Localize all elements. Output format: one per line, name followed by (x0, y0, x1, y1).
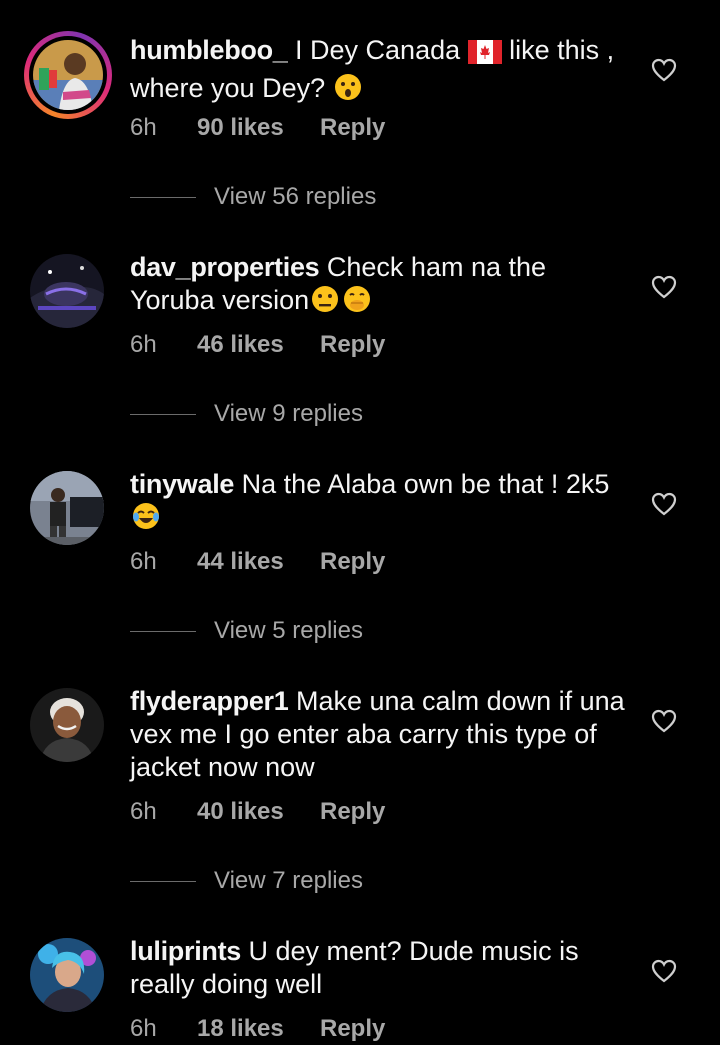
canada-flag-emoji (467, 39, 502, 72)
comment-text: Na the Alaba own be that ! 2k5 (241, 469, 610, 499)
likes-count[interactable]: 44 likes (197, 548, 284, 576)
avatar[interactable] (30, 688, 104, 762)
view-replies-label: View 56 replies (214, 183, 377, 210)
likes-count[interactable]: 90 likes (197, 114, 284, 142)
comment-body: flyderapper1 Make una calm down if una v… (130, 685, 630, 784)
reply-button[interactable]: Reply (320, 548, 385, 576)
reply-button[interactable]: Reply (320, 1015, 385, 1043)
comment-time: 6h (130, 1015, 157, 1042)
avatar[interactable] (24, 31, 112, 119)
face-with-tears-of-joy-emoji (130, 501, 162, 539)
comment-body: tinywale Na the Alaba own be that ! 2k5 (130, 468, 630, 539)
divider (130, 197, 196, 198)
reply-button[interactable]: Reply (320, 114, 385, 142)
comment-body: luliprints U dey ment? Dude music is rea… (130, 935, 630, 1001)
view-replies-label: View 7 replies (214, 867, 363, 894)
comment-username[interactable]: tinywale (130, 469, 234, 499)
reply-button[interactable]: Reply (320, 798, 385, 826)
heart-outline-icon[interactable] (651, 492, 677, 516)
heart-outline-icon[interactable] (651, 709, 677, 733)
comment-text: I Dey Canada (295, 35, 468, 65)
likes-count[interactable]: 46 likes (197, 331, 284, 359)
avatar[interactable] (30, 254, 104, 328)
likes-count[interactable]: 40 likes (197, 798, 284, 826)
view-replies-label: View 9 replies (214, 400, 363, 427)
hushed-face-emoji (333, 72, 363, 110)
comment-username[interactable]: humbleboo_ (130, 35, 288, 65)
avatar[interactable] (30, 471, 104, 545)
comment-username[interactable]: luliprints (130, 936, 241, 966)
comment-time: 6h (130, 331, 157, 358)
neutral-face-emoji (309, 284, 341, 322)
divider (130, 414, 196, 415)
face-with-hand-over-mouth-emoji (341, 284, 373, 322)
divider (130, 881, 196, 882)
divider (130, 631, 196, 632)
comment-time: 6h (130, 798, 157, 825)
comment-body: dav_properties Check ham na the Yoruba v… (130, 251, 630, 322)
heart-outline-icon[interactable] (651, 959, 677, 983)
comment-username[interactable]: flyderapper1 (130, 686, 289, 716)
reply-button[interactable]: Reply (320, 331, 385, 359)
comment-time: 6h (130, 114, 157, 141)
comment-body: humbleboo_ I Dey Canada like this , wher… (130, 34, 630, 110)
likes-count[interactable]: 18 likes (197, 1015, 284, 1043)
comment-username[interactable]: dav_properties (130, 252, 320, 282)
heart-outline-icon[interactable] (651, 275, 677, 299)
view-replies-label: View 5 replies (214, 617, 363, 644)
avatar[interactable] (30, 938, 104, 1012)
comment-time: 6h (130, 548, 157, 575)
heart-outline-icon[interactable] (651, 58, 677, 82)
